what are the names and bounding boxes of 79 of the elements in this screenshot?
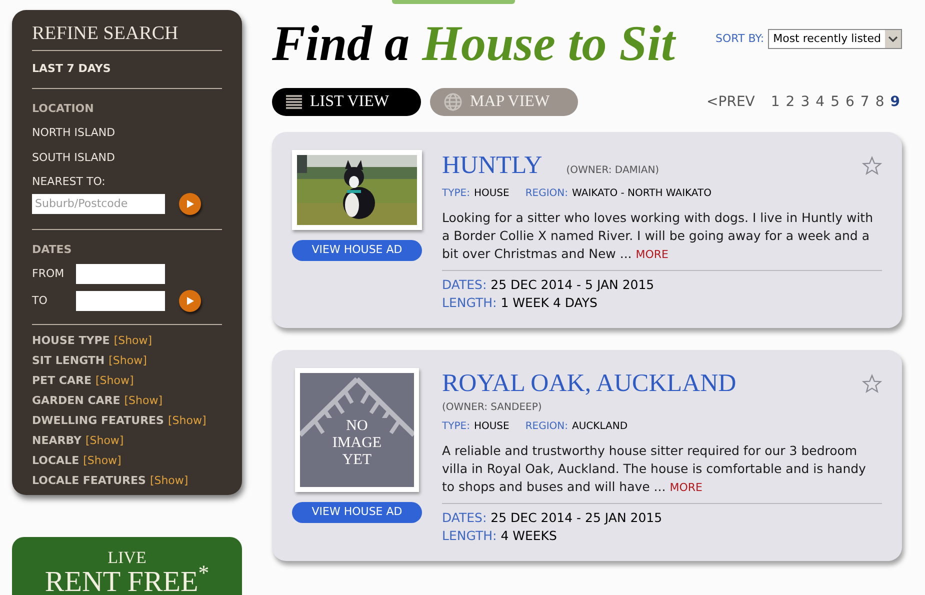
- promo-banner[interactable]: LIVE RENT FREE$^{*}$: [12, 537, 242, 595]
- view-house-ad-button[interactable]: VIEW HOUSE AD: [292, 240, 422, 261]
- meta-value: 4 WEEKS: [500, 527, 557, 545]
- page-link[interactable]: 3: [800, 92, 810, 112]
- more-link[interactable]: MORE: [636, 248, 669, 261]
- more-link[interactable]: MORE: [670, 481, 702, 494]
- meta-label: LENGTH:: [442, 527, 497, 545]
- location-option[interactable]: NORTH ISLAND: [32, 125, 222, 142]
- listing-title[interactable]: HUNTLY: [442, 150, 542, 182]
- page-link[interactable]: 2: [786, 92, 795, 112]
- show-link[interactable]: [Show]: [108, 353, 147, 369]
- listing-description: Looking for a sitter who loves working with dogs. I live in Huntly with a Border Collie X named River. I will be going away for a week and a bit over Christmas and New ... MORE: [442, 209, 882, 271]
- postcode-field[interactable]: Suburb/Postcode: [32, 194, 165, 214]
- page-title: Find a House to Sit: [272, 14, 675, 73]
- sort-dropdown[interactable]: Most recently listed: [768, 29, 902, 49]
- field-label: FROM: [32, 266, 66, 282]
- meta-value: 25 DEC 2014 - 25 JAN 2015: [490, 509, 662, 527]
- owner-text: (OWNER: SANDEEP): [442, 401, 542, 415]
- meta-value: AUCKLAND: [572, 420, 628, 434]
- listing-description: A reliable and trustworthy house sitter required for our 3 bedroom villa in Royal Oak, Auckland. The house is comfortable and is handy to shops and buses and will have ... MORE: [442, 442, 882, 504]
- meta-label: TYPE:: [442, 187, 470, 201]
- meta-label: LENGTH:: [442, 294, 497, 312]
- prev-link[interactable]: <PREV: [706, 92, 755, 112]
- show-link[interactable]: [Show]: [150, 473, 188, 489]
- section-heading: DATES: [32, 242, 73, 258]
- filter-link[interactable]: LAST 7 DAYS: [32, 51, 222, 88]
- show-link[interactable]: [Show]: [114, 333, 152, 349]
- filter-label: GARDEN CARE: [32, 393, 120, 409]
- list-icon: [286, 95, 302, 109]
- show-link[interactable]: [Show]: [83, 453, 122, 469]
- show-link[interactable]: [Show]: [124, 393, 163, 409]
- star-icon[interactable]: [862, 156, 882, 176]
- page-link[interactable]: 6: [845, 92, 854, 112]
- field-label: NEAREST TO:: [32, 174, 106, 190]
- date-field[interactable]: [76, 291, 165, 311]
- filter-label: LOCALE: [32, 453, 80, 469]
- show-link[interactable]: [Show]: [95, 373, 134, 389]
- meta-label: REGION:: [525, 187, 568, 201]
- owner-text: (OWNER: DAMIAN): [566, 164, 660, 178]
- meta-value: 25 DEC 2014 - 5 JAN 2015: [490, 276, 654, 294]
- location-option[interactable]: SOUTH ISLAND: [32, 150, 222, 166]
- meta-label: DATES:: [442, 276, 487, 294]
- filter-label: LOCALE FEATURES: [32, 473, 146, 489]
- field-label: TO: [32, 292, 48, 309]
- sort-label: SORT BY:: [716, 30, 764, 47]
- page-link[interactable]: 1: [770, 92, 780, 112]
- globe-icon: [444, 93, 462, 111]
- filter-label: NEARBY: [32, 433, 82, 449]
- page-link[interactable]: 5: [830, 92, 840, 112]
- play-icon: [185, 198, 195, 208]
- go-button[interactable]: [179, 290, 201, 312]
- meta-label: TYPE:: [442, 420, 470, 434]
- meta-value: 1 WEEK 4 DAYS: [500, 294, 598, 312]
- meta-label: REGION:: [525, 420, 568, 434]
- go-button[interactable]: [179, 192, 201, 214]
- meta-value: WAIKATO - NORTH WAIKATO: [572, 187, 712, 201]
- filter-label: PET CARE: [32, 373, 92, 389]
- page-link[interactable]: 4: [816, 92, 825, 112]
- view-house-ad-button[interactable]: VIEW HOUSE AD: [292, 502, 422, 523]
- section-heading: LOCATION: [32, 100, 95, 116]
- panel-title: REFINE SEARCH: [32, 22, 222, 51]
- listing-title[interactable]: ROYAL OAK, AUCKLAND: [442, 368, 736, 400]
- page-link[interactable]: 7: [860, 92, 870, 112]
- meta-label: DATES:: [442, 509, 487, 527]
- promo-headline: RENT FREE$^{*}$: [44, 567, 210, 595]
- page-link[interactable]: 8: [875, 92, 884, 112]
- view-toggle[interactable]: LIST VIEW: [272, 88, 421, 116]
- promo-text: LIVE: [108, 549, 146, 567]
- filter-label: SIT LENGTH: [32, 353, 105, 369]
- star-icon[interactable]: [862, 374, 882, 394]
- meta-value: HOUSE: [474, 420, 510, 434]
- page-link[interactable]: 9: [890, 92, 900, 112]
- filter-label: DWELLING FEATURES: [32, 413, 164, 429]
- date-field[interactable]: [76, 264, 165, 284]
- show-link[interactable]: [Show]: [85, 433, 124, 449]
- show-link[interactable]: [Show]: [168, 413, 206, 429]
- play-icon: [185, 296, 195, 306]
- meta-value: HOUSE: [474, 187, 510, 201]
- filter-label: HOUSE TYPE: [32, 333, 110, 349]
